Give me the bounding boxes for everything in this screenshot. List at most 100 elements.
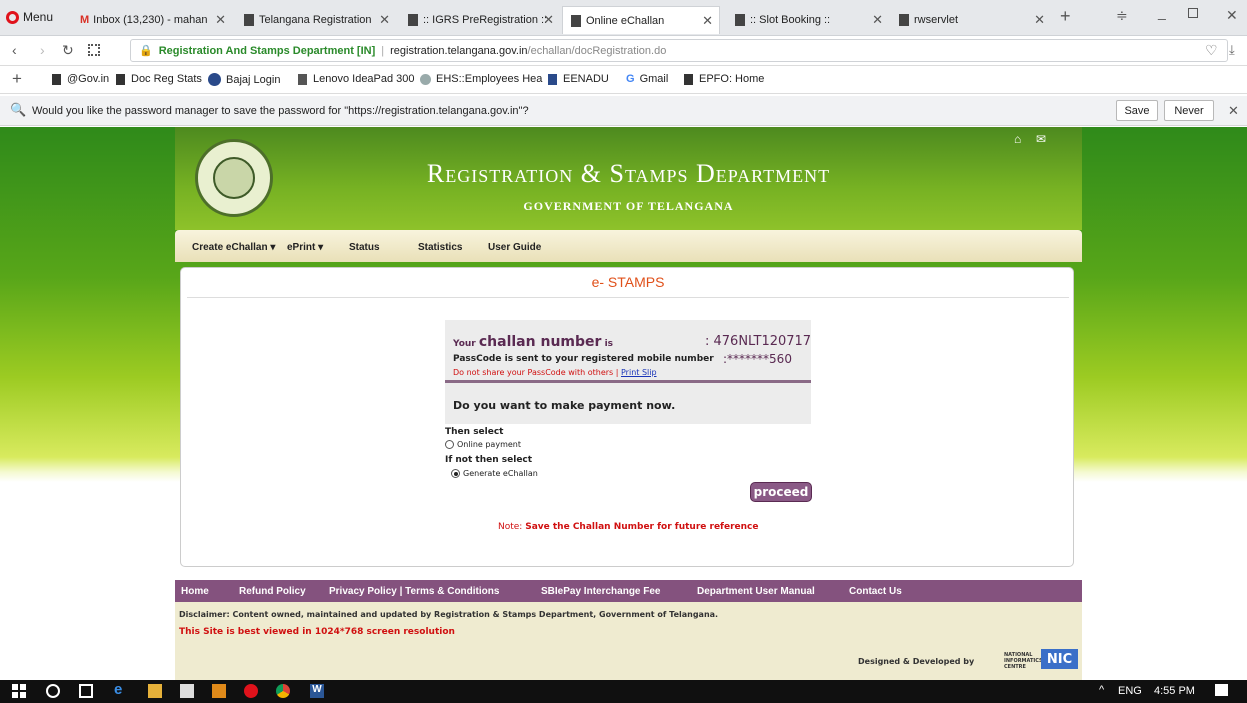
generate-echallan-option[interactable]: Generate eChallan (451, 469, 538, 478)
add-bookmark-icon[interactable]: + (12, 69, 22, 89)
passcode-label: PassCode is sent to your registered mobi… (453, 354, 714, 364)
tab-label: rwservlet (914, 14, 959, 26)
page-icon (116, 73, 125, 85)
forward-icon[interactable]: › (40, 42, 45, 58)
windows-taskbar: e W ^ ENG 4:55 PM (0, 680, 1247, 703)
address-bar-row: ‹ › ↻ 🔒 Registration And Stamps Departme… (0, 36, 1247, 66)
footer-refund-policy-link[interactable]: Refund Policy (239, 586, 306, 597)
tab-igrs-preregistration[interactable]: :: IGRS PreRegistration :: ✕ (400, 6, 560, 34)
bookmark-label: Gmail (639, 73, 669, 85)
mail-icon[interactable]: ✉ (1036, 132, 1046, 146)
bookmark-label: Lenovo IdeaPad 300 (313, 73, 415, 85)
bookmark-epfo[interactable]: EPFO: Home (684, 73, 764, 85)
tab-inbox[interactable]: M Inbox (13,230) - mahan ✕ (72, 6, 232, 34)
menu-statistics[interactable]: Statistics (418, 242, 462, 253)
url-host: registration.telangana.gov.in (390, 44, 528, 57)
menu-status[interactable]: Status (349, 242, 380, 253)
tab-online-echallan[interactable]: Online eChallan ✕ (562, 6, 720, 34)
tab-label: Inbox (13,230) - mahan (93, 14, 208, 26)
close-icon[interactable]: ✕ (872, 12, 883, 28)
bookmark-lenovo[interactable]: Lenovo IdeaPad 300 (298, 73, 415, 85)
minimize-icon[interactable]: _ (1158, 4, 1166, 20)
radio-button-selected[interactable] (451, 469, 460, 478)
speed-dial-icon[interactable] (88, 44, 100, 56)
never-save-button[interactable]: Never (1164, 100, 1214, 121)
menu-label: ePrint (287, 242, 316, 253)
chrome-icon[interactable] (276, 684, 290, 698)
home-icon[interactable]: ⌂ (1014, 132, 1021, 146)
menu-eprint[interactable]: ePrint ▾ (287, 242, 323, 253)
chevron-up-icon[interactable]: ^ (1099, 684, 1104, 696)
divider (445, 380, 811, 383)
task-view-icon[interactable] (79, 684, 93, 698)
bookmark-gov[interactable]: @Gov.in (52, 73, 109, 85)
online-payment-option[interactable]: Online payment (445, 440, 521, 449)
window-close-icon[interactable]: ✕ (1226, 7, 1238, 24)
then-select-label: Then select (445, 427, 504, 437)
tab-menu-icon[interactable]: ≑ (1116, 7, 1128, 24)
clock[interactable]: 4:55 PM (1154, 685, 1195, 697)
label-emph: challan number (478, 334, 602, 350)
proceed-button[interactable]: proceed (750, 482, 812, 502)
store-icon[interactable] (180, 684, 194, 698)
browser-tab-bar: Menu M Inbox (13,230) - mahan ✕ Telangan… (0, 0, 1247, 36)
designed-by-text: Designed & Developed by (858, 657, 975, 666)
menu-create-echallan[interactable]: Create eChallan ▾ (192, 242, 275, 253)
bookmark-ehs[interactable]: EHS::Employees Hea (420, 73, 542, 85)
edge-icon[interactable]: e (114, 681, 128, 698)
tab-rwservlet[interactable]: rwservlet ✕ (891, 6, 1051, 34)
site-subtitle: GOVERNMENT OF TELANGANA (523, 199, 734, 213)
tab-telangana-registration[interactable]: Telangana Registration ✕ (236, 6, 396, 34)
word-icon[interactable]: W (310, 684, 324, 698)
close-icon[interactable]: ✕ (1034, 12, 1045, 28)
start-windows-icon[interactable] (12, 684, 26, 698)
web-page: Registration & Stamps Department GOVERNM… (0, 127, 1247, 680)
divider (187, 297, 1069, 298)
footer-home-link[interactable]: Home (181, 586, 209, 597)
close-icon[interactable]: ✕ (1228, 103, 1239, 119)
close-icon[interactable]: ✕ (379, 12, 390, 28)
tab-label: Online eChallan (586, 14, 665, 27)
close-icon[interactable]: ✕ (215, 12, 226, 28)
url-field[interactable]: 🔒 Registration And Stamps Department [IN… (130, 39, 1228, 62)
file-explorer-icon[interactable] (148, 684, 162, 698)
media-player-icon[interactable] (212, 684, 226, 698)
footer-contact-link[interactable]: Contact Us (849, 586, 902, 597)
opera-icon[interactable] (244, 684, 258, 698)
footer-privacy-terms-link[interactable]: Privacy Policy | Terms & Conditions (329, 586, 499, 597)
browser-menu-button[interactable]: Menu (6, 10, 53, 24)
menu-user-guide[interactable]: User Guide (488, 242, 541, 253)
passcode-value: :*******560 (723, 352, 792, 366)
challan-number: : 476NLT120717 (705, 334, 812, 349)
password-prompt-text: Would you like the password manager to s… (32, 105, 529, 117)
bookmark-bajaj-login[interactable]: Bajaj Login (208, 73, 280, 86)
disclaimer-text: Disclaimer: Content owned, maintained an… (179, 610, 719, 619)
reload-icon[interactable]: ↻ (62, 42, 74, 59)
footer-user-manual-link[interactable]: Department User Manual (697, 586, 815, 597)
close-icon[interactable]: ✕ (702, 13, 713, 29)
challan-label: Your challan number is (453, 334, 613, 350)
download-icon[interactable]: ⤓ (1229, 42, 1235, 58)
print-slip-link[interactable]: Print Slip (621, 368, 657, 377)
tab-slot-booking[interactable]: :: Slot Booking :: ✕ (727, 6, 889, 34)
new-tab-icon[interactable]: + (1060, 6, 1071, 27)
notifications-icon[interactable] (1215, 684, 1228, 696)
tab-label: :: IGRS PreRegistration :: (423, 14, 548, 26)
footer-sbiepay-fee-link[interactable]: SBIePay Interchange Fee (541, 586, 661, 597)
google-icon: G (626, 73, 635, 85)
radio-button[interactable] (445, 440, 454, 449)
page-icon (684, 73, 693, 85)
heart-icon[interactable]: ♡ (1205, 42, 1218, 59)
back-icon[interactable]: ‹ (12, 42, 17, 58)
bookmark-doc-reg-stats[interactable]: Doc Reg Stats (116, 73, 202, 85)
bookmark-eenadu[interactable]: EENADU (548, 73, 609, 85)
challan-info-box: Your challan number is : 476NLT120717 Pa… (445, 320, 811, 424)
maximize-icon[interactable] (1188, 8, 1198, 18)
language-indicator[interactable]: ENG (1118, 685, 1142, 697)
save-password-button[interactable]: Save (1116, 100, 1158, 121)
close-icon[interactable]: ✕ (543, 12, 554, 28)
bookmark-gmail[interactable]: G Gmail (626, 73, 668, 85)
search-icon[interactable] (46, 684, 60, 698)
url-separator: | (381, 44, 385, 57)
opera-logo-icon (6, 10, 19, 24)
